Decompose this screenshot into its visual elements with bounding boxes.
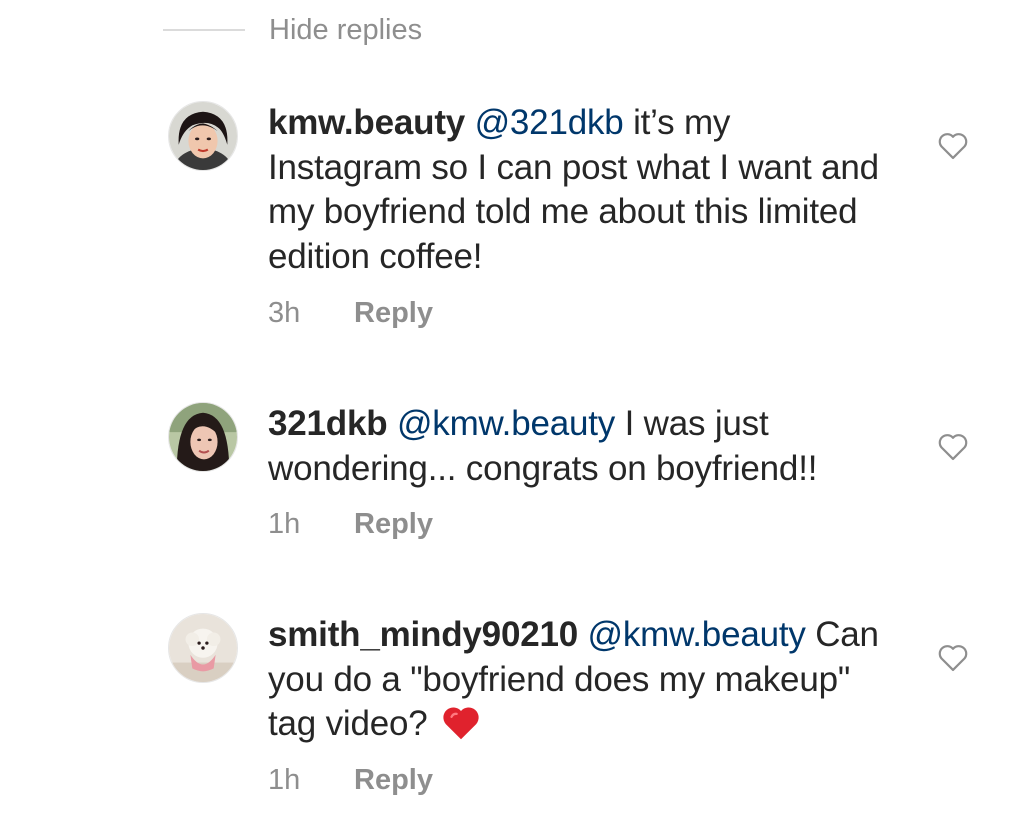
avatar[interactable] (168, 101, 238, 171)
hide-replies-button[interactable]: Hide replies (269, 14, 422, 47)
comment-mention[interactable]: @kmw.beauty (397, 404, 615, 443)
comment-timestamp: 3h (268, 297, 301, 329)
comment-text: 321dkb @kmw.beauty I was just wondering.… (268, 402, 888, 491)
comment-meta: 1h Reply (268, 764, 433, 797)
comment-username[interactable]: kmw.beauty (268, 103, 465, 142)
heart-outline-icon[interactable] (936, 431, 970, 461)
comment-timestamp: 1h (268, 764, 301, 796)
comment-timestamp: 1h (268, 508, 301, 540)
comment-username[interactable]: smith_mindy90210 (268, 615, 578, 654)
reply-button[interactable]: Reply (354, 764, 433, 797)
heart-outline-icon[interactable] (936, 130, 970, 160)
avatar[interactable] (168, 613, 238, 683)
comment-mention[interactable]: @321dkb (475, 103, 624, 142)
red-heart-emoji (439, 703, 483, 741)
thread-divider-line (163, 29, 245, 31)
comment-username[interactable]: 321dkb (268, 404, 388, 443)
comment-text: kmw.beauty @321dkb it’s my Instagram so … (268, 101, 888, 279)
comment-meta: 3h Reply (268, 297, 433, 330)
comment-meta: 1h Reply (268, 508, 433, 541)
comment-mention[interactable]: @kmw.beauty (588, 615, 806, 654)
avatar[interactable] (168, 402, 238, 472)
hide-replies-row: Hide replies (163, 10, 422, 50)
reply-button[interactable]: Reply (354, 297, 433, 330)
heart-outline-icon[interactable] (936, 642, 970, 672)
comment-text: smith_mindy90210 @kmw.beauty Can you do … (268, 613, 888, 747)
reply-button[interactable]: Reply (354, 508, 433, 541)
